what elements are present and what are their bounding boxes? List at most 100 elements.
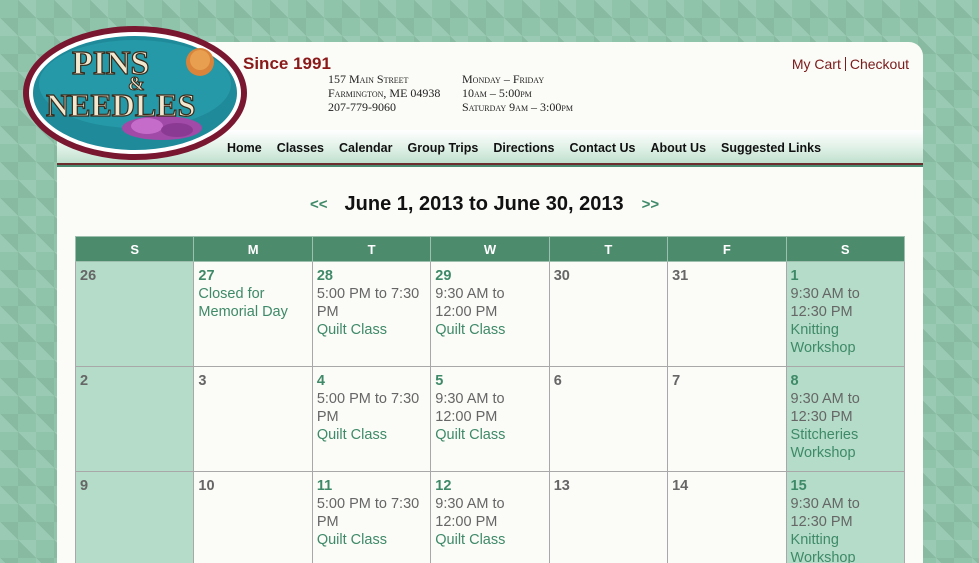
event-time: 9:30 AM to 12:00 PM bbox=[435, 286, 505, 320]
address-phone: 207-779-9060 bbox=[328, 100, 396, 114]
checkout-link[interactable]: Checkout bbox=[850, 56, 909, 72]
calendar-day-cell[interactable]: 31 bbox=[667, 261, 787, 367]
day-number[interactable]: 8 bbox=[791, 372, 900, 390]
nav-home[interactable]: Home bbox=[227, 141, 262, 155]
day-number: 14 bbox=[672, 478, 689, 494]
day-number: 2 bbox=[80, 373, 89, 389]
address-street: 157 Main Street bbox=[328, 72, 409, 86]
day-number: 30 bbox=[553, 268, 570, 284]
calendar-day-cell[interactable]: 15 9:30 AM to 12:30 PM Knitting Workshop bbox=[785, 471, 906, 563]
event-time: 9:30 AM to 12:00 PM bbox=[435, 496, 505, 530]
weekday-sat: S bbox=[785, 236, 906, 262]
day-number[interactable]: 1 bbox=[791, 267, 900, 285]
hours-days: Monday – Friday bbox=[462, 72, 545, 86]
weekday-wed: W bbox=[430, 236, 550, 262]
day-number[interactable]: 12 bbox=[435, 477, 544, 495]
calendar-grid: S M T W T F S 26 27 Closed for Memorial Da… bbox=[74, 236, 906, 563]
event-time: 9:30 AM to 12:30 PM bbox=[790, 496, 860, 530]
calendar-day-cell[interactable]: 29 9:30 AM to 12:00 PM Quilt Class bbox=[430, 261, 550, 367]
day-number: 7 bbox=[672, 373, 681, 389]
calendar-day-cell[interactable]: 13 bbox=[548, 471, 669, 563]
my-cart-link[interactable]: My Cart bbox=[792, 56, 841, 72]
nav-group-trips[interactable]: Group Trips bbox=[408, 141, 479, 155]
day-number: 10 bbox=[198, 478, 215, 494]
weekday-fri: F bbox=[667, 236, 787, 262]
event-time: 5:00 PM to 7:30 PM bbox=[316, 496, 420, 530]
weekday-tue: T bbox=[311, 236, 432, 262]
event-time: 9:30 AM to 12:30 PM bbox=[790, 391, 860, 425]
month-navigator: << June 1, 2013 to June 30, 2013 >> bbox=[310, 193, 659, 216]
calendar-day-cell[interactable]: 8 9:30 AM to 12:30 PM Stitcheries Workshop bbox=[785, 366, 906, 472]
hours-saturday: Saturday 9am – 3:00pm bbox=[462, 100, 573, 114]
since-tagline: Since 1991 bbox=[243, 54, 331, 73]
weekday-thu: T bbox=[548, 236, 669, 262]
calendar-day-cell[interactable]: 26 bbox=[74, 261, 195, 367]
calendar-week-row: 9 10 11 5:00 PM to 7:30 PM Quilt Class 12 9:30… bbox=[74, 471, 906, 563]
calendar-day-cell[interactable]: 28 5:00 PM to 7:30 PM Quilt Class bbox=[311, 261, 432, 367]
calendar-day-cell[interactable]: 30 bbox=[548, 261, 669, 367]
day-number[interactable]: 5 bbox=[435, 372, 544, 390]
day-number[interactable]: 11 bbox=[317, 477, 426, 495]
event-link[interactable]: Closed for Memorial Day bbox=[198, 285, 307, 321]
weekday-sun: S bbox=[74, 236, 195, 262]
header-divider bbox=[57, 163, 923, 167]
day-number: 9 bbox=[80, 478, 89, 494]
nav-directions[interactable]: Directions bbox=[493, 141, 554, 155]
event-link[interactable]: Quilt Class bbox=[435, 321, 544, 339]
event-time: 9:30 AM to 12:00 PM bbox=[435, 391, 505, 425]
day-number: 13 bbox=[553, 478, 570, 494]
event-time: 9:30 AM to 12:30 PM bbox=[790, 286, 860, 320]
calendar-day-cell[interactable]: 2 bbox=[74, 366, 195, 472]
calendar-day-cell[interactable]: 9 bbox=[74, 471, 195, 563]
nav-calendar[interactable]: Calendar bbox=[339, 141, 393, 155]
event-link[interactable]: Quilt Class bbox=[435, 531, 544, 549]
day-number[interactable]: 27 bbox=[198, 267, 307, 285]
next-month-button[interactable]: >> bbox=[642, 196, 660, 213]
calendar-day-cell[interactable]: 3 bbox=[193, 366, 313, 472]
event-link[interactable]: Quilt Class bbox=[317, 321, 426, 339]
event-link[interactable]: Quilt Class bbox=[435, 426, 544, 444]
day-number: 6 bbox=[553, 373, 562, 389]
store-address: 157 Main Street Farmington, ME 04938 207… bbox=[328, 72, 440, 114]
calendar-day-cell[interactable]: 6 bbox=[548, 366, 669, 472]
calendar-day-cell[interactable]: 10 bbox=[193, 471, 313, 563]
nav-suggested-links[interactable]: Suggested Links bbox=[721, 141, 821, 155]
event-time: 5:00 PM to 7:30 PM bbox=[316, 286, 420, 320]
calendar-week-row: 2 3 4 5:00 PM to 7:30 PM Quilt Class 5 9:30 AM… bbox=[74, 366, 906, 472]
event-link[interactable]: Quilt Class bbox=[317, 426, 426, 444]
event-link[interactable]: Knitting Workshop bbox=[791, 321, 900, 357]
day-number[interactable]: 4 bbox=[317, 372, 426, 390]
day-number[interactable]: 15 bbox=[791, 477, 900, 495]
prev-month-button[interactable]: << bbox=[310, 196, 328, 213]
calendar-day-cell[interactable]: 14 bbox=[667, 471, 787, 563]
calendar-day-cell[interactable]: 27 Closed for Memorial Day bbox=[193, 261, 313, 367]
day-number[interactable]: 28 bbox=[317, 267, 426, 285]
nav-contact-us[interactable]: Contact Us bbox=[569, 141, 635, 155]
day-number: 3 bbox=[198, 373, 207, 389]
event-link[interactable]: Knitting Workshop bbox=[791, 531, 900, 563]
cart-divider bbox=[844, 57, 846, 71]
pins-needles-logo[interactable]: PINS & NEEDLES bbox=[22, 24, 248, 162]
weekday-mon: M bbox=[193, 236, 313, 262]
cart-links: My Cart Checkout bbox=[792, 56, 909, 72]
calendar-day-cell[interactable]: 12 9:30 AM to 12:00 PM Quilt Class bbox=[430, 471, 550, 563]
calendar-day-cell[interactable]: 11 5:00 PM to 7:30 PM Quilt Class bbox=[311, 471, 432, 563]
nav-about-us[interactable]: About Us bbox=[650, 141, 706, 155]
day-number[interactable]: 29 bbox=[435, 267, 544, 285]
main-nav: Home Classes Calendar Group Trips Direct… bbox=[227, 141, 836, 155]
logo-text-bottom: NEEDLES bbox=[46, 87, 195, 123]
event-time: 5:00 PM to 7:30 PM bbox=[316, 391, 420, 425]
calendar-day-cell[interactable]: 5 9:30 AM to 12:00 PM Quilt Class bbox=[430, 366, 550, 472]
weekday-header-row: S M T W T F S bbox=[74, 236, 906, 262]
day-number: 26 bbox=[80, 268, 97, 284]
calendar-day-cell[interactable]: 4 5:00 PM to 7:30 PM Quilt Class bbox=[311, 366, 432, 472]
calendar-day-cell[interactable]: 1 9:30 AM to 12:30 PM Knitting Workshop bbox=[785, 261, 906, 367]
calendar-day-cell[interactable]: 7 bbox=[667, 366, 787, 472]
calendar-body: 26 27 Closed for Memorial Day 28 5:00 PM to … bbox=[74, 261, 906, 563]
event-link[interactable]: Quilt Class bbox=[317, 531, 426, 549]
event-link[interactable]: Stitcheries Workshop bbox=[791, 426, 900, 462]
nav-classes[interactable]: Classes bbox=[277, 141, 324, 155]
store-hours: Monday – Friday 10am – 5:00pm Saturday 9… bbox=[462, 72, 573, 114]
day-number: 31 bbox=[672, 268, 689, 284]
calendar-range-title: June 1, 2013 to June 30, 2013 bbox=[344, 193, 624, 215]
